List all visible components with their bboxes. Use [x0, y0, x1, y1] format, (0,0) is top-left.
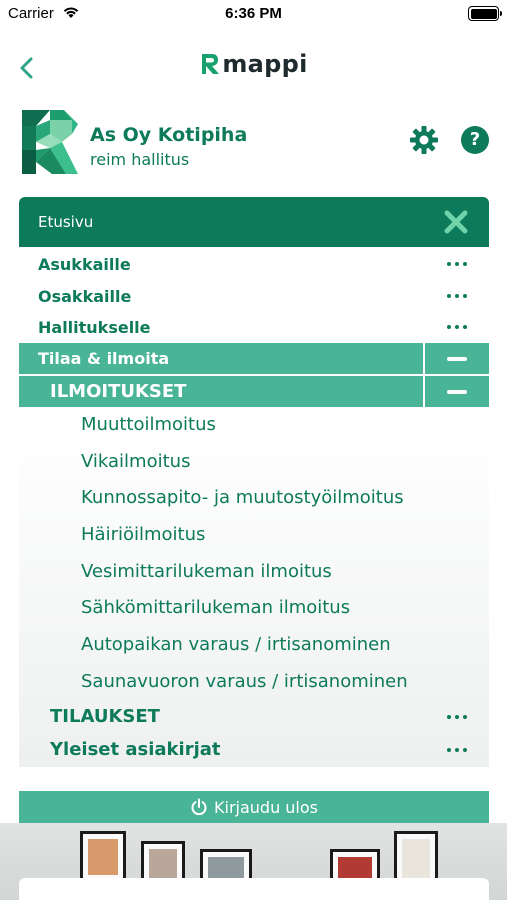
more-dots-icon[interactable]	[447, 262, 467, 266]
subsection-label: ILMOITUKSET	[50, 381, 187, 402]
menu-panel: Etusivu Asukkaille Osakkaille Hallitukse…	[19, 197, 489, 767]
org-subtitle: reim hallitus	[90, 150, 190, 169]
sub-item-saunavuoro[interactable]: Saunavuoron varaus / irtisanominen	[81, 671, 408, 692]
menu-item-label: Yleiset asiakirjat	[50, 739, 221, 760]
sub-item-vesimittari[interactable]: Vesimittarilukeman ilmoitus	[81, 561, 332, 582]
logout-button[interactable]: Kirjaudu ulos	[19, 791, 489, 823]
menu-item-label: TILAUKSET	[50, 706, 160, 727]
menu-item-hallitukselle[interactable]: Hallitukselle	[19, 312, 489, 342]
logout-label: Kirjaudu ulos	[214, 797, 318, 817]
status-bar: Carrier 6:36 PM	[0, 0, 507, 30]
power-icon	[191, 798, 207, 816]
divider	[423, 376, 425, 407]
section-tilaa-ilmoita[interactable]: Tilaa & ilmoita	[19, 343, 489, 374]
more-dots-icon[interactable]	[447, 325, 467, 329]
close-icon[interactable]	[441, 207, 471, 237]
menu-item-asukkaille[interactable]: Asukkaille	[19, 249, 489, 279]
more-dots-icon[interactable]	[447, 715, 467, 719]
minus-icon[interactable]	[447, 356, 467, 361]
sub-item-sahkomittari[interactable]: Sähkömittarilukeman ilmoitus	[81, 597, 350, 618]
menu-header: Etusivu	[19, 197, 489, 247]
menu-item-osakkaille[interactable]: Osakkaille	[19, 281, 489, 311]
menu-item-label: Osakkaille	[38, 287, 132, 306]
divider	[423, 343, 425, 374]
menu-item-tilaukset[interactable]: TILAUKSET	[19, 702, 489, 732]
mappi-logo-icon	[199, 51, 221, 77]
sub-item-vikailmoitus[interactable]: Vikailmoitus	[81, 451, 190, 472]
sub-item-autopaikka[interactable]: Autopaikan varaus / irtisanominen	[81, 634, 391, 655]
sub-item-muuttoilmoitus[interactable]: Muuttoilmoitus	[81, 414, 216, 435]
nav-bar: mappi	[0, 40, 507, 96]
gear-icon[interactable]	[408, 124, 440, 156]
more-dots-icon[interactable]	[447, 748, 467, 752]
sub-item-kunnossapito[interactable]: Kunnossapito- ja muutostyöilmoitus	[81, 487, 404, 508]
battery-icon	[468, 6, 502, 21]
brand-text: mappi	[222, 50, 308, 78]
org-header: As Oy Kotipiha reim hallitus ?	[0, 106, 507, 182]
section-label: Tilaa & ilmoita	[38, 349, 170, 368]
minus-icon[interactable]	[447, 389, 467, 394]
menu-header-label[interactable]: Etusivu	[38, 213, 93, 231]
org-name: As Oy Kotipiha	[90, 124, 248, 146]
sub-item-hairioilmoitus[interactable]: Häiriöilmoitus	[81, 524, 205, 545]
clock: 6:36 PM	[225, 5, 282, 22]
subsection-ilmoitukset[interactable]: ILMOITUKSET	[19, 376, 489, 407]
photo-frame	[80, 831, 126, 883]
content-card	[19, 878, 489, 900]
help-icon[interactable]: ?	[461, 126, 489, 154]
more-dots-icon[interactable]	[447, 294, 467, 298]
menu-item-yleiset-asiakirjat[interactable]: Yleiset asiakirjat	[19, 735, 489, 765]
brand: mappi	[0, 50, 507, 78]
menu-item-label: Asukkaille	[38, 255, 131, 274]
org-logo-icon	[22, 110, 78, 174]
menu-item-label: Hallitukselle	[38, 318, 151, 337]
